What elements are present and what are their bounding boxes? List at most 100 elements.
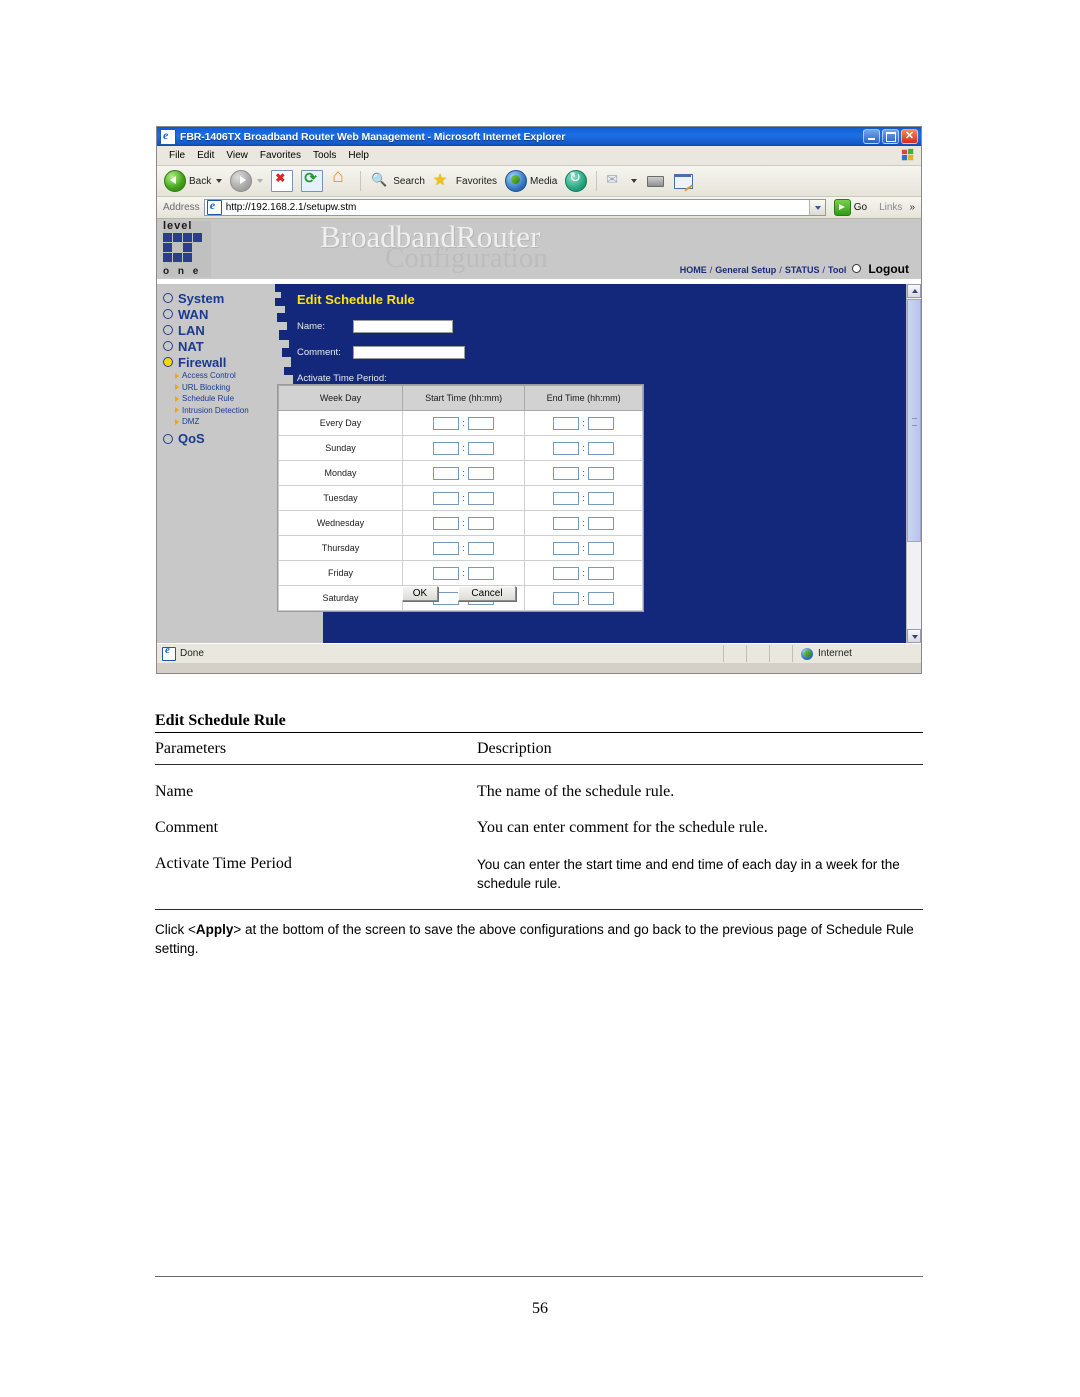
go-button[interactable]: Go bbox=[830, 199, 871, 216]
sidebar-subitem-access-control[interactable]: Access Control bbox=[163, 370, 273, 382]
end-minute-input[interactable] bbox=[587, 466, 614, 480]
home-icon bbox=[331, 166, 351, 191]
sidebar-subitem-intrusion-detection[interactable]: Intrusion Detection bbox=[163, 405, 273, 417]
history-button[interactable] bbox=[562, 169, 590, 193]
sidebar-subitem-url-blocking[interactable]: URL Blocking bbox=[163, 382, 273, 394]
nav-general-setup[interactable]: General Setup bbox=[715, 265, 776, 275]
home-button[interactable] bbox=[328, 166, 354, 192]
name-input[interactable] bbox=[353, 320, 453, 333]
start-minute-input[interactable] bbox=[467, 491, 494, 505]
media-button[interactable]: Media bbox=[502, 169, 560, 193]
ok-button[interactable]: OK bbox=[402, 586, 438, 601]
menu-item-edit[interactable]: Edit bbox=[191, 149, 220, 162]
address-input[interactable]: http://192.168.2.1/setupw.stm bbox=[203, 199, 826, 216]
comment-label: Comment: bbox=[297, 347, 341, 358]
triangle-right-icon bbox=[175, 384, 179, 391]
mail-button[interactable] bbox=[603, 170, 640, 192]
minimize-button[interactable] bbox=[863, 129, 880, 144]
end-minute-input[interactable] bbox=[587, 516, 614, 530]
chevron-down-icon[interactable] bbox=[216, 179, 223, 183]
status-segment-3 bbox=[769, 645, 792, 662]
logout-radio-icon[interactable] bbox=[852, 264, 862, 273]
logo-word-top: level bbox=[163, 220, 193, 232]
table-row: Wednesday:: bbox=[278, 510, 643, 536]
sidebar-subitem-dmz[interactable]: DMZ bbox=[163, 416, 273, 428]
favorites-button[interactable]: Favorites bbox=[430, 170, 500, 192]
refresh-button[interactable] bbox=[298, 169, 326, 193]
cancel-button[interactable]: Cancel bbox=[458, 586, 516, 601]
globe-icon bbox=[801, 647, 813, 660]
stop-button[interactable] bbox=[268, 169, 296, 193]
start-hour-input[interactable] bbox=[433, 541, 460, 555]
start-hour-input[interactable] bbox=[433, 466, 460, 480]
scroll-down-button[interactable] bbox=[907, 629, 921, 643]
scroll-up-button[interactable] bbox=[907, 284, 921, 298]
end-hour-input[interactable] bbox=[553, 516, 580, 530]
print-button[interactable] bbox=[642, 170, 668, 192]
sidebar-item-firewall[interactable]: Firewall bbox=[163, 354, 273, 370]
end-time-cell: : bbox=[524, 435, 643, 461]
end-minute-input[interactable] bbox=[587, 541, 614, 555]
start-minute-input[interactable] bbox=[467, 541, 494, 555]
nav-logout[interactable]: Logout bbox=[868, 262, 909, 276]
end-hour-input[interactable] bbox=[553, 566, 580, 580]
time-colon: : bbox=[582, 593, 585, 603]
start-minute-input[interactable] bbox=[467, 416, 494, 430]
menu-item-help[interactable]: Help bbox=[342, 149, 375, 162]
nav-tool[interactable]: Tool bbox=[828, 265, 846, 275]
menu-item-favorites[interactable]: Favorites bbox=[254, 149, 307, 162]
sidebar-item-lan[interactable]: LAN bbox=[163, 322, 273, 338]
sidebar-item-qos[interactable]: QoS bbox=[163, 431, 273, 447]
back-button[interactable]: Back bbox=[161, 169, 225, 193]
start-hour-input[interactable] bbox=[433, 441, 460, 455]
menu-item-view[interactable]: View bbox=[220, 149, 254, 162]
chevron-double-right-icon[interactable]: » bbox=[906, 202, 918, 213]
end-hour-input[interactable] bbox=[553, 466, 580, 480]
close-button[interactable]: ✕ bbox=[901, 129, 918, 144]
sidebar-item-wan[interactable]: WAN bbox=[163, 306, 273, 322]
end-minute-input[interactable] bbox=[587, 441, 614, 455]
end-hour-input[interactable] bbox=[553, 416, 580, 430]
end-minute-input[interactable] bbox=[587, 416, 614, 430]
nav-status[interactable]: STATUS bbox=[785, 265, 820, 275]
end-minute-input[interactable] bbox=[587, 591, 614, 605]
end-hour-input[interactable] bbox=[553, 491, 580, 505]
levelone-logo: level o n e bbox=[163, 221, 211, 277]
vertical-scrollbar[interactable] bbox=[906, 284, 921, 643]
sidebar-item-system[interactable]: System bbox=[163, 290, 273, 306]
links-label[interactable]: Links bbox=[875, 202, 902, 213]
forward-button[interactable] bbox=[227, 169, 266, 193]
menu-item-file[interactable]: File bbox=[163, 149, 191, 162]
scrollbar-thumb[interactable] bbox=[907, 299, 921, 542]
edit-button[interactable] bbox=[670, 170, 696, 192]
end-hour-input[interactable] bbox=[553, 441, 580, 455]
address-dropdown-button[interactable] bbox=[808, 200, 825, 215]
start-hour-input[interactable] bbox=[433, 516, 460, 530]
start-hour-input[interactable] bbox=[433, 566, 460, 580]
start-hour-input[interactable] bbox=[433, 491, 460, 505]
sidebar-item-nat[interactable]: NAT bbox=[163, 338, 273, 354]
search-button[interactable]: Search bbox=[367, 170, 428, 192]
maximize-button[interactable] bbox=[882, 129, 899, 144]
menu-item-tools[interactable]: Tools bbox=[307, 149, 342, 162]
sidebar-subitem-schedule-rule[interactable]: Schedule Rule bbox=[163, 393, 273, 405]
end-hour-input[interactable] bbox=[553, 541, 580, 555]
mail-chevron-down-icon[interactable] bbox=[631, 179, 638, 183]
security-zone[interactable]: Internet bbox=[792, 645, 921, 662]
router-page-body: System WAN LAN NAT Firewall Access Contr… bbox=[157, 284, 921, 643]
page-number: 56 bbox=[532, 1300, 548, 1317]
end-minute-input[interactable] bbox=[587, 566, 614, 580]
mail-icon bbox=[606, 171, 626, 191]
start-minute-input[interactable] bbox=[467, 466, 494, 480]
radio-icon bbox=[163, 341, 173, 351]
nav-home[interactable]: HOME bbox=[680, 265, 707, 275]
comment-input[interactable] bbox=[353, 346, 465, 359]
start-minute-input[interactable] bbox=[467, 566, 494, 580]
start-minute-input[interactable] bbox=[467, 516, 494, 530]
end-hour-input[interactable] bbox=[553, 591, 580, 605]
start-hour-input[interactable] bbox=[433, 416, 460, 430]
forward-chevron-down-icon[interactable] bbox=[257, 179, 264, 183]
end-minute-input[interactable] bbox=[587, 491, 614, 505]
radio-icon bbox=[163, 433, 173, 444]
start-minute-input[interactable] bbox=[467, 441, 494, 455]
